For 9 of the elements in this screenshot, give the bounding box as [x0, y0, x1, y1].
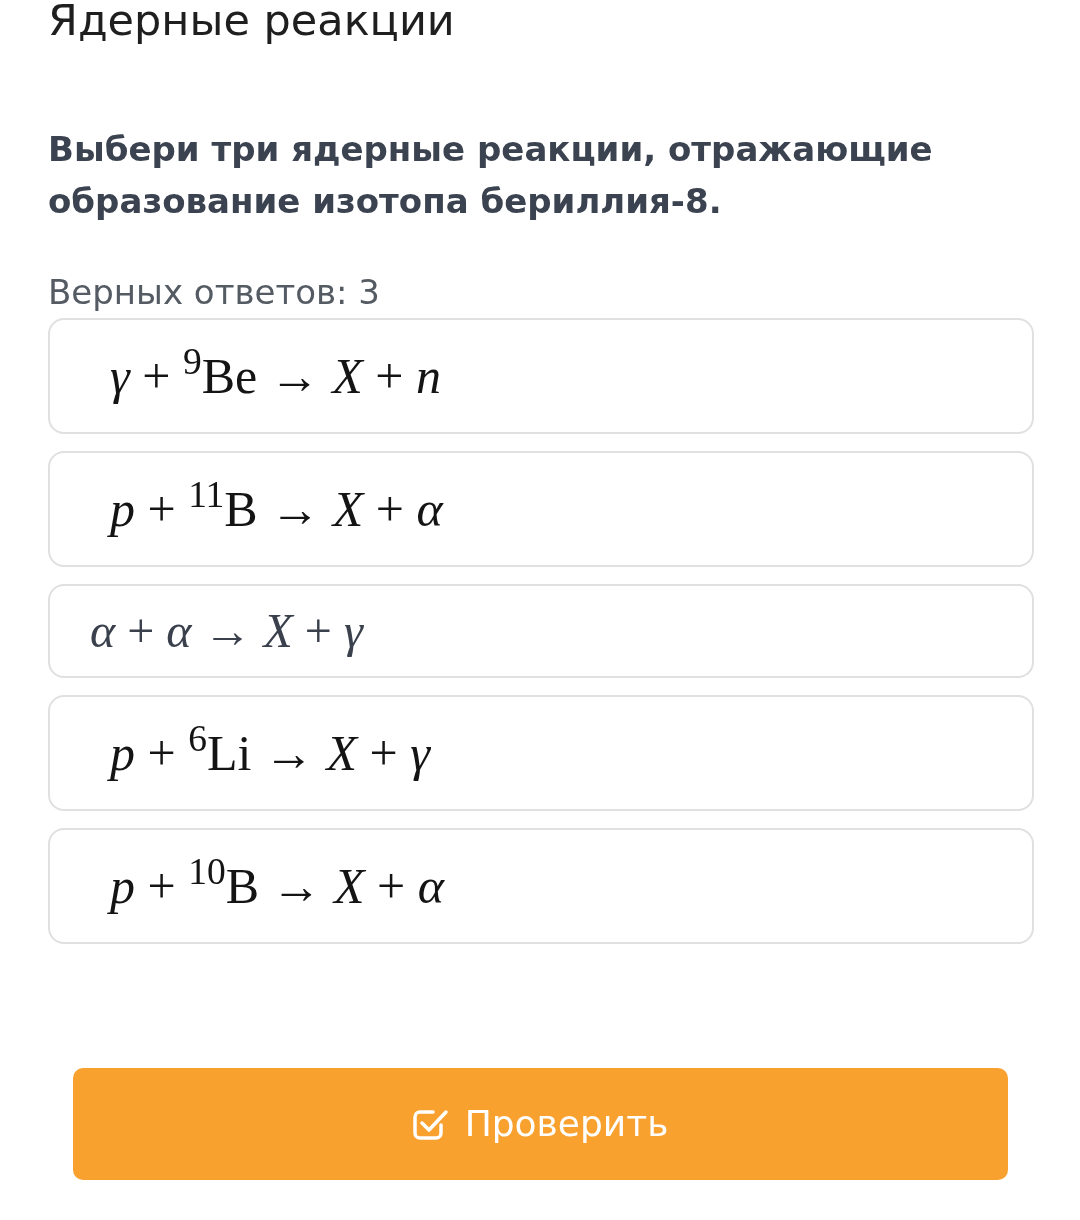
answer-option[interactable]: α + α → X + γ	[48, 584, 1034, 678]
answer-option[interactable]: p + $^{6}$Li → X + γ	[48, 695, 1034, 811]
page-title: Ядерные реакции	[48, 0, 455, 44]
question-text: Выбери три ядерные реакции, отражающие образование изотопа бериллия-8.	[48, 128, 934, 223]
answer-option[interactable]: p + $^{10}$B → X + α	[48, 828, 1034, 944]
checkbox-check-icon	[412, 1107, 449, 1141]
answer-count: Верных ответов: 3	[48, 271, 380, 314]
answer-option[interactable]: p + $^{11}$B → X + α	[48, 451, 1034, 567]
answer-option[interactable]: γ + $^{9}$Be → X + n	[48, 318, 1034, 434]
